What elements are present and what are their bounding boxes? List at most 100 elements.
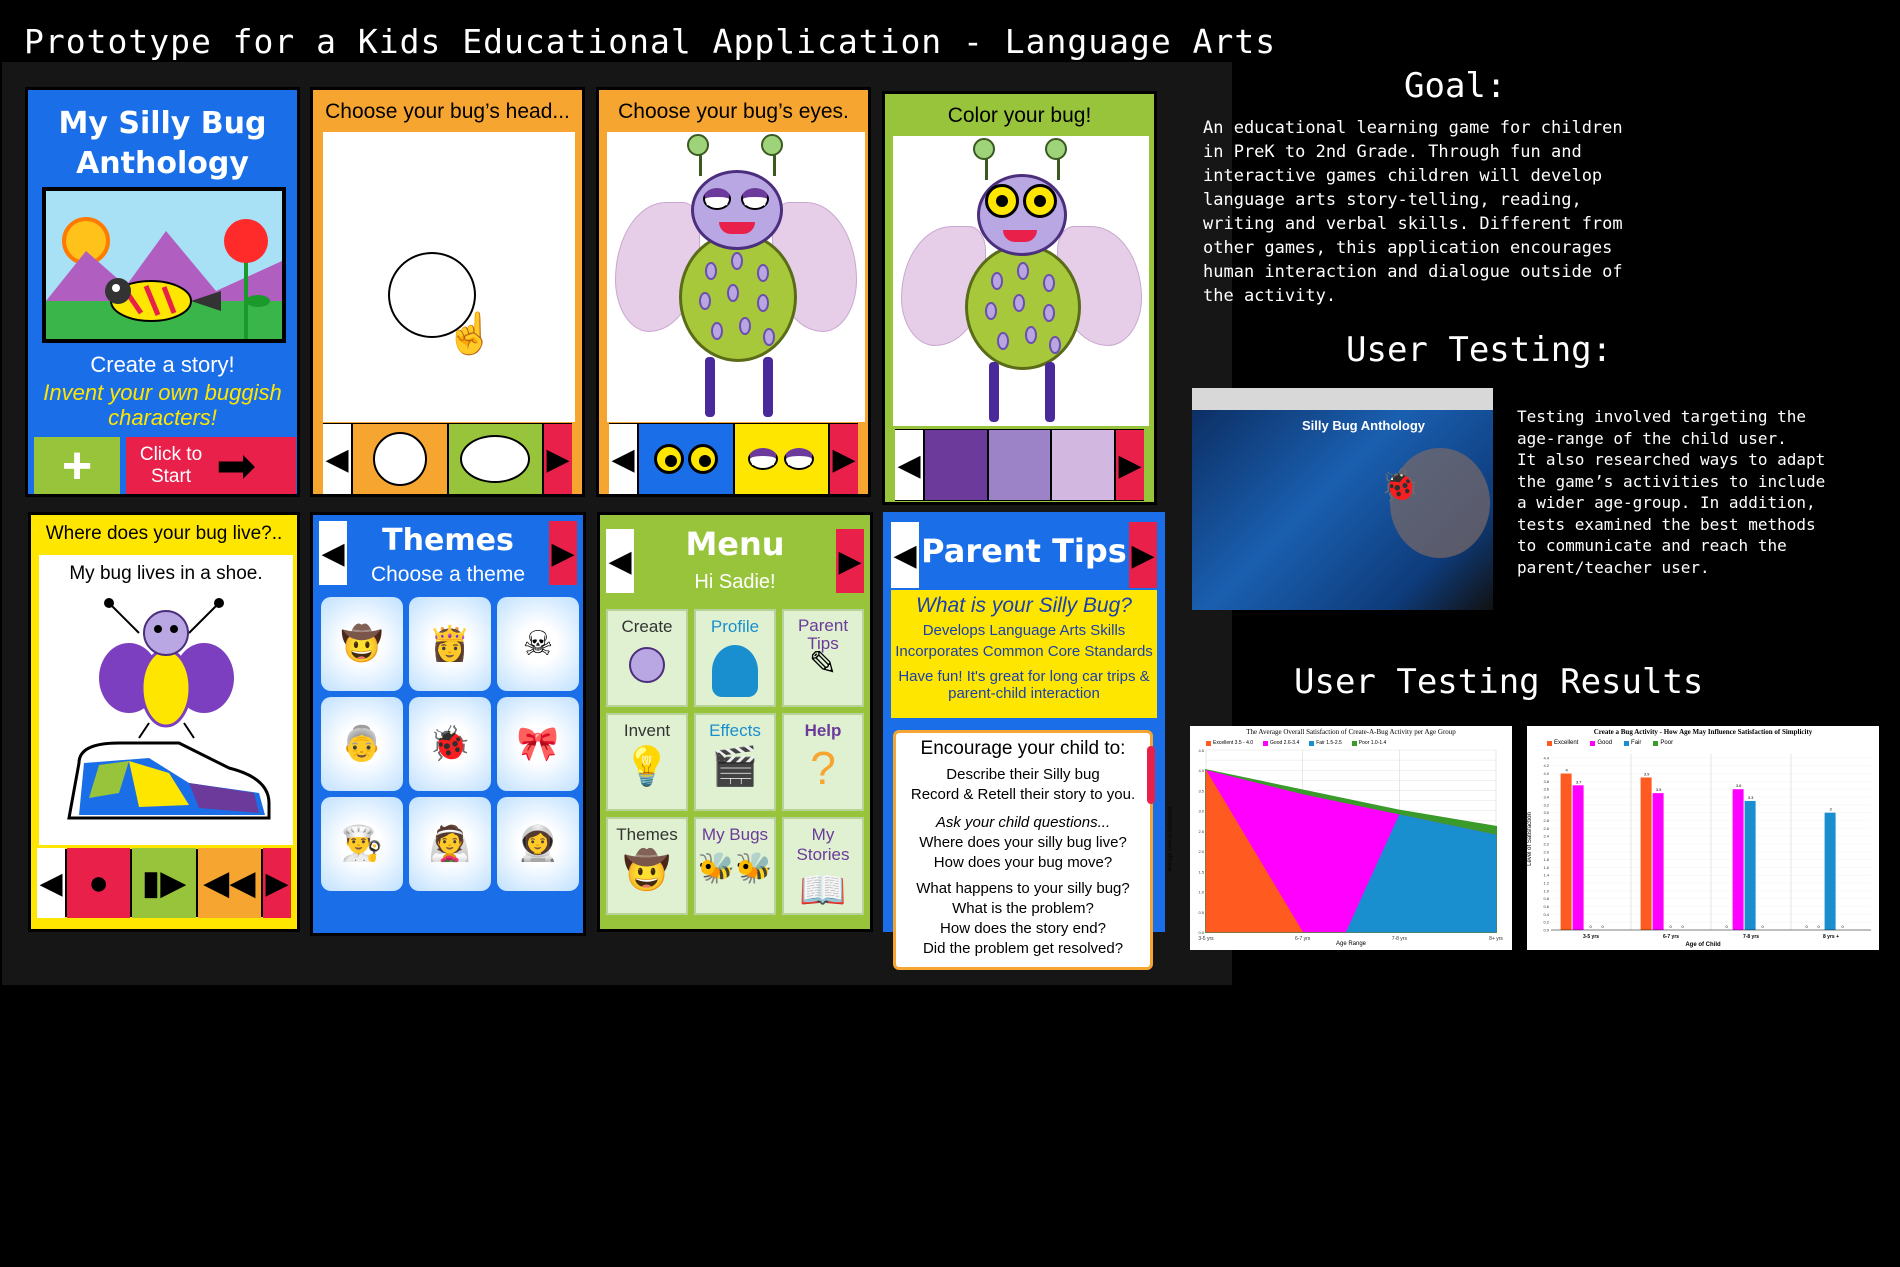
prev-arrow-button[interactable]: ◀ — [895, 430, 923, 500]
tips-scrollbar[interactable] — [1147, 746, 1155, 804]
tips-line1: Develops Language Arts Skills — [922, 622, 1126, 639]
color-swatch-dark-purple[interactable] — [925, 430, 987, 500]
user-testing-photo: Silly Bug Anthology 🐞 — [1192, 388, 1493, 610]
menu-item-themes[interactable]: Themes 🤠 — [606, 817, 688, 915]
color-swatch-lavender[interactable] — [1052, 430, 1115, 500]
theme-bride[interactable]: 👰 — [409, 797, 491, 891]
user-testing-heading: User Testing: — [1346, 330, 1613, 370]
menu-screen: ◀ ▶ Menu Hi Sadie! Create Profile Parent… — [597, 512, 873, 932]
menu-item-my-stories[interactable]: My Stories 📖 — [782, 817, 864, 915]
theme-chef[interactable]: 👨‍🍳 — [321, 797, 403, 891]
start-label-2: Start — [150, 466, 192, 487]
menu-item-parent-tips[interactable]: Parent Tips ✎ — [782, 609, 864, 707]
bees-icon: 🐝🐝 — [697, 852, 773, 885]
bar-value-label: 3.6 — [1736, 783, 1742, 788]
next-arrow-button[interactable]: ▶ — [830, 424, 858, 494]
tips-line2: Incorporates Common Core Standards — [895, 643, 1153, 660]
sleepy-eyes-option[interactable] — [734, 424, 828, 494]
y-tick-label: 3.4 — [1543, 795, 1549, 800]
bug-icon: 🐞 — [1380, 467, 1420, 503]
bar — [1732, 789, 1744, 930]
menu-item-effects[interactable]: Effects 🎬 — [694, 713, 776, 811]
oval-head-option[interactable] — [448, 424, 542, 494]
y-tick-label: 4.2 — [1543, 763, 1549, 768]
round-eyes-option[interactable] — [639, 424, 733, 494]
bug-landscape-illustration — [46, 191, 282, 339]
antenna-ball — [761, 134, 783, 156]
themes-screen: ◀ ▶ Themes Choose a theme 🤠 👸 ☠ 👵 🐞 🎀 👨‍… — [310, 512, 586, 936]
tips-detail-box[interactable]: Encourage your child to: Describe their … — [893, 730, 1153, 970]
theme-bug[interactable]: 🐞 — [409, 697, 491, 791]
theme-party[interactable]: 🎀 — [497, 697, 579, 791]
theme-cowboy[interactable]: 🤠 — [321, 597, 403, 691]
bar — [1640, 777, 1652, 930]
lightbulb-icon: 💡 — [623, 746, 671, 788]
color-title: Color your bug! — [947, 104, 1092, 127]
menu-item-invent[interactable]: Invent 💡 — [606, 713, 688, 811]
play-icon: ▮▶ — [141, 864, 187, 902]
y-tick-label: 2.0 — [1543, 849, 1549, 854]
record-button[interactable]: ● — [67, 848, 131, 918]
record-controls-bar: ◀ ● ▮▶ ◀◀ ▶ — [37, 848, 291, 918]
home-tagline: Invent your own buggish characters! — [43, 380, 282, 430]
y-tick-label: 2.8 — [1543, 818, 1549, 823]
prev-arrow-button[interactable]: ◀ — [323, 424, 351, 494]
theme-astronaut[interactable]: 👩‍🚀 — [497, 797, 579, 891]
bug-home-screen: Where does your bug live?.. My bug lives… — [28, 512, 300, 932]
prev-arrow-button[interactable]: ◀ — [609, 424, 637, 494]
color-swatch-purple[interactable] — [988, 430, 1051, 500]
parent-tips-title: Parent Tips — [921, 532, 1127, 570]
menu-item-profile[interactable]: Profile — [694, 609, 776, 707]
menu-item-help[interactable]: Help? — [782, 713, 864, 811]
round-head-option[interactable] — [353, 424, 447, 494]
chart-1-xlabel: Age Range — [1335, 941, 1367, 947]
y-tick-label: 2.4 — [1543, 834, 1549, 839]
clapper-icon: 🎬 — [711, 746, 759, 788]
theme-grandma[interactable]: 👵 — [321, 697, 403, 791]
prev-arrow-button[interactable]: ◀ — [37, 848, 65, 918]
bar-value-label: 0 — [1725, 924, 1728, 929]
menu-item-create[interactable]: Create — [606, 609, 688, 707]
themes-subtitle: Choose a theme — [370, 563, 526, 586]
y-tick-label: 1.2 — [1543, 881, 1549, 886]
home-illustration — [42, 187, 286, 343]
menu-greeting: Hi Sadie! — [694, 571, 776, 593]
play-button[interactable]: ▮▶ — [132, 848, 196, 918]
y-tick-label: 2.6 — [1543, 826, 1549, 831]
next-arrow-button[interactable]: ▶ — [544, 424, 572, 494]
bar — [1572, 785, 1584, 930]
cowboy-bug-icon: 🤠 — [623, 850, 671, 892]
start-button[interactable]: Click to Start ➡ — [126, 437, 296, 494]
rewind-icon: ◀◀ — [203, 864, 256, 902]
y-tick-label: 4.0 — [1543, 771, 1549, 776]
home-subtitle: Create a story! — [90, 352, 235, 377]
bar-value-label: 0 — [1681, 924, 1684, 929]
theme-pirate[interactable]: ☠ — [497, 597, 579, 691]
hand-cursor-icon: ☝ — [445, 312, 495, 356]
bar-value-label: 3.9 — [1644, 771, 1650, 776]
classic-bug-icon: 🐞 — [428, 725, 472, 763]
next-arrow-button[interactable]: ▶ — [1116, 430, 1145, 500]
menu-item-my-bugs[interactable]: My Bugs 🐝🐝 — [694, 817, 776, 915]
plus-button[interactable]: + — [34, 437, 120, 494]
pirate-bug-icon: ☠ — [522, 625, 554, 663]
results-heading: User Testing Results — [1294, 662, 1704, 702]
live-title: Where does your bug live?.. — [45, 523, 283, 544]
question-item: What is the problem? — [952, 900, 1094, 917]
next-arrow-button[interactable]: ▶ — [262, 848, 291, 918]
sleepy-eye — [741, 188, 769, 210]
sleepy-eye — [703, 188, 731, 210]
bar — [1652, 793, 1664, 930]
y-tick-label: 1.5 — [1198, 869, 1204, 874]
pencil-icon: ✎ — [808, 645, 838, 683]
head-canvas[interactable]: ☝ — [323, 132, 575, 422]
start-label-1: Click to — [139, 444, 203, 465]
color-canvas — [893, 136, 1149, 426]
color-swatch-bar: ◀ ▶ — [895, 429, 1145, 501]
user-testing-text: Testing involved targeting the age-range… — [1517, 407, 1826, 577]
head-title: Choose your bug’s head... — [325, 100, 570, 123]
rewind-button[interactable]: ◀◀ — [197, 848, 261, 918]
y-tick-label: 0.6 — [1543, 904, 1549, 909]
encourage-item: Record & Retell their story to you. — [910, 786, 1136, 803]
theme-princess[interactable]: 👸 — [409, 597, 491, 691]
